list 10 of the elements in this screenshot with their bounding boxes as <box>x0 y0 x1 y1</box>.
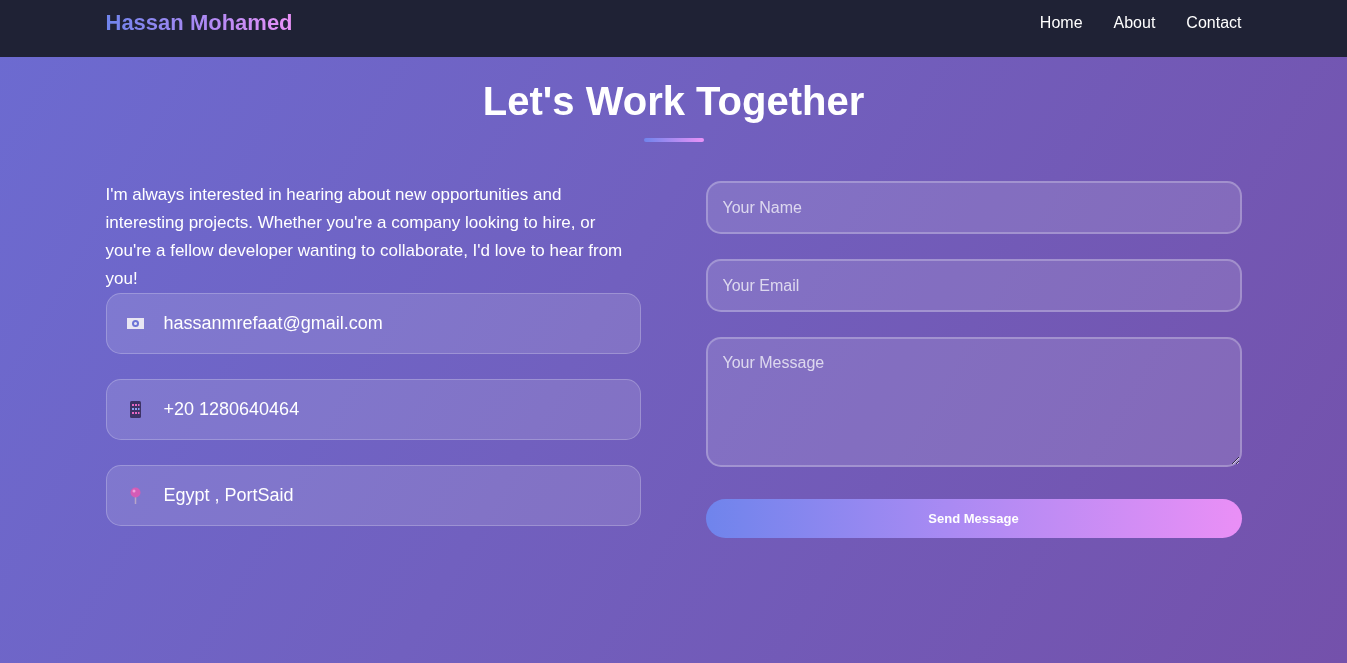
nav-link[interactable]: Contact <box>1186 13 1242 32</box>
contact-text: +20 1280640464 <box>163 399 300 420</box>
contact-text: Egypt , PortSaid <box>163 485 294 506</box>
envelope-icon <box>126 315 144 332</box>
section-title: Let's Work Together <box>482 78 865 125</box>
contact-text: hassanmrefaat@gmail.com <box>163 313 383 334</box>
nav-link[interactable]: About <box>1113 13 1156 32</box>
title-underline <box>643 138 704 142</box>
nav-link[interactable]: Home <box>1039 13 1083 32</box>
intro-paragraph: I'm always interested in hearing about new opportunities and interesting projects. Whether you're a company looking to hire, or you're a fellow developer wanting to collaborate, I'd love to hear from you! <box>105 184 624 290</box>
